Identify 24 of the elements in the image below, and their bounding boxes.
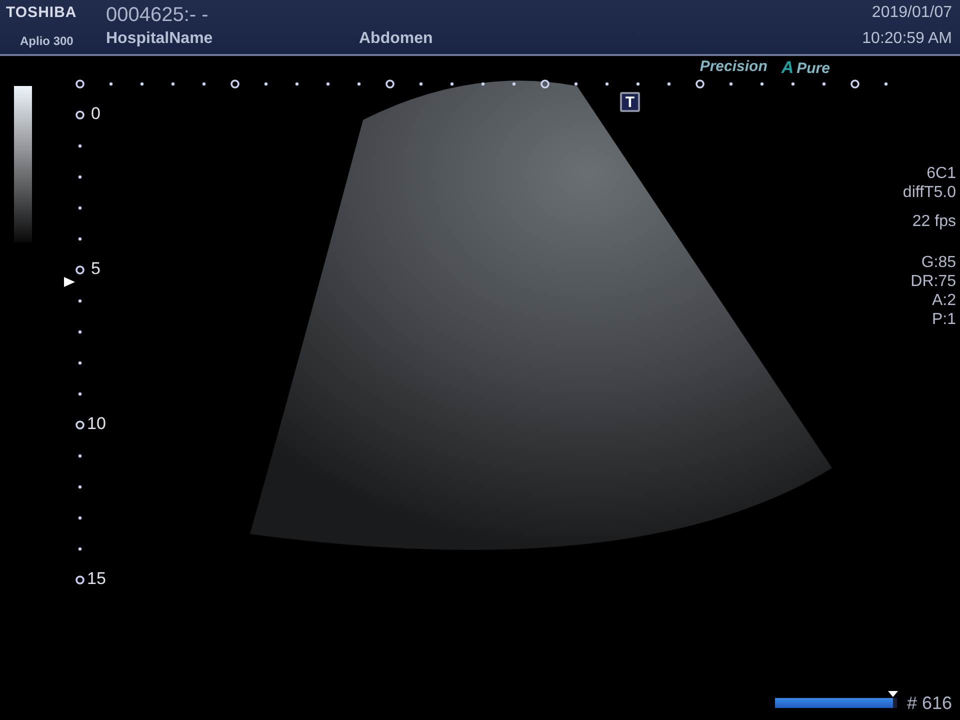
time-text: 10:20:59 AM <box>862 30 952 48</box>
parameter-text: P:1 <box>932 310 956 329</box>
exam-name: Abdomen <box>359 30 434 48</box>
model-name: Aplio 300 <box>19 34 74 48</box>
parameter-text: A:2 <box>932 291 956 310</box>
focus-marker-icon <box>64 277 75 287</box>
depth-label: 15 <box>87 569 106 589</box>
parameter-text: DR:75 <box>910 272 956 291</box>
parameter-text: G:85 <box>921 253 956 272</box>
parameter-text: 6C1 <box>926 164 956 183</box>
parameter-text: 22 fps <box>912 212 956 231</box>
mode-label: Precision <box>700 58 768 77</box>
frame-number: # 616 <box>906 693 952 714</box>
depth-label: 5 <box>91 259 100 279</box>
patient-id: 0004625:- - <box>106 4 210 27</box>
depth-label: 10 <box>87 414 106 434</box>
brand-logo: TOSHIBA <box>6 4 78 21</box>
date-text: 2019/01/07 <box>872 4 952 22</box>
triangle-marker-icon <box>888 691 898 697</box>
hospital-name: HospitalName <box>106 30 214 48</box>
text-marker-icon: T <box>620 92 640 112</box>
parameter-text: diffT5.0 <box>902 183 956 202</box>
depth-label: 0 <box>91 104 100 124</box>
mode-label: A Pure <box>781 58 830 78</box>
